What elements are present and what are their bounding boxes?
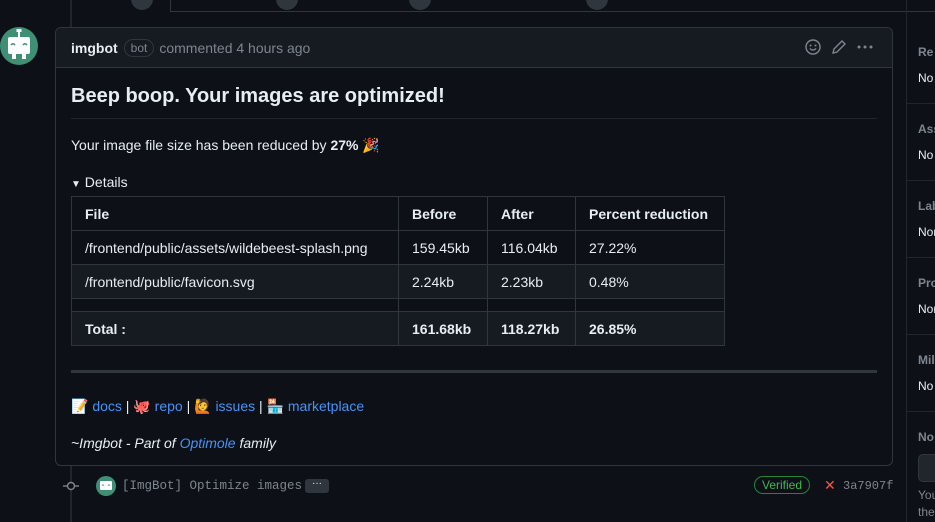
sidebar-projects-label[interactable]: Pro	[918, 276, 935, 290]
comment-timestamp[interactable]: commented 4 hours ago	[159, 40, 310, 56]
smiley-icon[interactable]	[804, 38, 822, 56]
verified-badge[interactable]: Verified	[754, 476, 811, 494]
divider	[907, 180, 935, 181]
docs-link[interactable]: docs	[92, 398, 122, 414]
table-cell: 2.24kb	[398, 264, 488, 299]
avatar[interactable]	[276, 0, 298, 10]
sidebar-reviewers-label[interactable]: Re	[918, 45, 933, 59]
links-row: 📝 docs | 🐙 repo | 🙋 issues | 🏪 marketpla…	[71, 398, 877, 415]
table-cell: /frontend/public/assets/wildebeest-splas…	[71, 230, 399, 265]
sidebar-labels-value: Nor	[918, 225, 935, 239]
table-row: /frontend/public/assets/wildebeest-splas…	[71, 230, 725, 265]
divider	[907, 257, 935, 258]
avatar[interactable]	[131, 0, 153, 10]
author-link[interactable]: imgbot	[71, 40, 118, 56]
pencil-icon[interactable]	[830, 38, 848, 56]
divider	[907, 103, 935, 104]
column-header: File	[71, 196, 399, 231]
sidebar-labels-label[interactable]: Lab	[918, 199, 935, 213]
sidebar-projects-value: Nor	[918, 302, 935, 316]
table-header-row: File Before After Percent reduction	[71, 196, 725, 231]
bot-badge: bot	[123, 38, 155, 57]
memo-icon: 📝	[71, 398, 89, 414]
right-sidebar: Re No Ass No Lab Nor Pro Nor Mil No No Y…	[906, 0, 935, 522]
table-cell: 116.04kb	[487, 230, 576, 265]
column-header: After	[487, 196, 576, 231]
commit-message-link[interactable]: [ImgBot] Optimize images	[122, 479, 302, 493]
repo-link[interactable]: repo	[155, 398, 183, 414]
optimole-link[interactable]: Optimole	[180, 435, 236, 451]
avatar[interactable]	[586, 0, 608, 10]
comment-header: imgbot bot commented 4 hours ago	[56, 28, 892, 68]
party-popper-icon: 🎉	[362, 137, 380, 153]
summary-prefix: Your image file size has been reduced by	[71, 137, 331, 153]
triangle-down-icon: ▼	[71, 179, 81, 190]
raising-hand-icon: 🙋	[194, 398, 212, 414]
table-cell: 159.45kb	[398, 230, 488, 265]
commit-row: [ImgBot] Optimize images ··· Verified ✕ …	[60, 476, 895, 498]
table-cell: 2.23kb	[487, 264, 576, 299]
store-icon: 🏪	[266, 398, 284, 414]
divider	[907, 411, 935, 412]
robot-icon[interactable]	[0, 27, 38, 65]
sidebar-milestone-label[interactable]: Mil	[918, 353, 935, 367]
table-total-row: Total : 161.68kb 118.27kb 26.85%	[71, 311, 725, 346]
issues-link[interactable]: issues	[215, 398, 255, 414]
table-row: /frontend/public/favicon.svg 2.24kb 2.23…	[71, 264, 725, 299]
sidebar-notice-line: You	[918, 488, 935, 502]
signature-text: ~Imgbot - Part of Optimole family	[71, 435, 877, 451]
git-commit-icon	[63, 478, 79, 497]
summary-text: Your image file size has been reduced by…	[71, 137, 877, 154]
expand-commit-button[interactable]: ···	[305, 479, 329, 493]
separator: |	[186, 398, 191, 414]
kebab-horizontal-icon[interactable]	[856, 38, 874, 56]
sidebar-reviewers-value: No	[918, 71, 934, 85]
separator: |	[259, 398, 263, 414]
top-navigation-strip	[131, 0, 935, 12]
sidebar-assignees-value: No	[918, 148, 934, 162]
signature-suffix: family	[235, 435, 277, 451]
signature-prefix: ~Imgbot - Part of	[71, 435, 180, 451]
octocat-icon: 🐙	[133, 398, 151, 414]
comment-box: imgbot bot commented 4 hours ago Beep bo…	[55, 27, 893, 466]
subscribe-button[interactable]	[918, 454, 935, 482]
table-cell: 26.85%	[575, 311, 725, 346]
table-cell: 118.27kb	[487, 311, 576, 346]
details-toggle[interactable]: ▼ Details	[71, 174, 877, 190]
commit-sha-link[interactable]: 3a7907f	[843, 479, 893, 493]
separator: |	[125, 398, 130, 414]
table-cell: 161.68kb	[398, 311, 488, 346]
table-cell: Total :	[71, 311, 399, 346]
robot-icon[interactable]	[96, 476, 116, 496]
column-header: Before	[398, 196, 488, 231]
comment-heading: Beep boop. Your images are optimized!	[71, 68, 877, 119]
divider	[907, 334, 935, 335]
sidebar-milestone-value: No	[918, 379, 934, 393]
summary-percent: 27%	[330, 137, 359, 153]
avatar[interactable]	[409, 0, 431, 10]
details-label: Details	[84, 174, 128, 190]
table-cell: /frontend/public/favicon.svg	[71, 264, 399, 299]
table-cell: 27.22%	[575, 230, 725, 265]
table-cell: 0.48%	[575, 264, 725, 299]
table-spacer-row	[71, 298, 725, 312]
x-icon[interactable]: ✕	[824, 477, 836, 494]
optimization-table: File Before After Percent reduction /fro…	[71, 196, 725, 346]
sidebar-notifications-label: No	[918, 430, 934, 444]
marketplace-link[interactable]: marketplace	[288, 398, 364, 414]
column-header: Percent reduction	[575, 196, 725, 231]
sidebar-assignees-label[interactable]: Ass	[918, 122, 935, 136]
divider	[71, 370, 877, 373]
sidebar-notice-line: the	[918, 505, 935, 519]
